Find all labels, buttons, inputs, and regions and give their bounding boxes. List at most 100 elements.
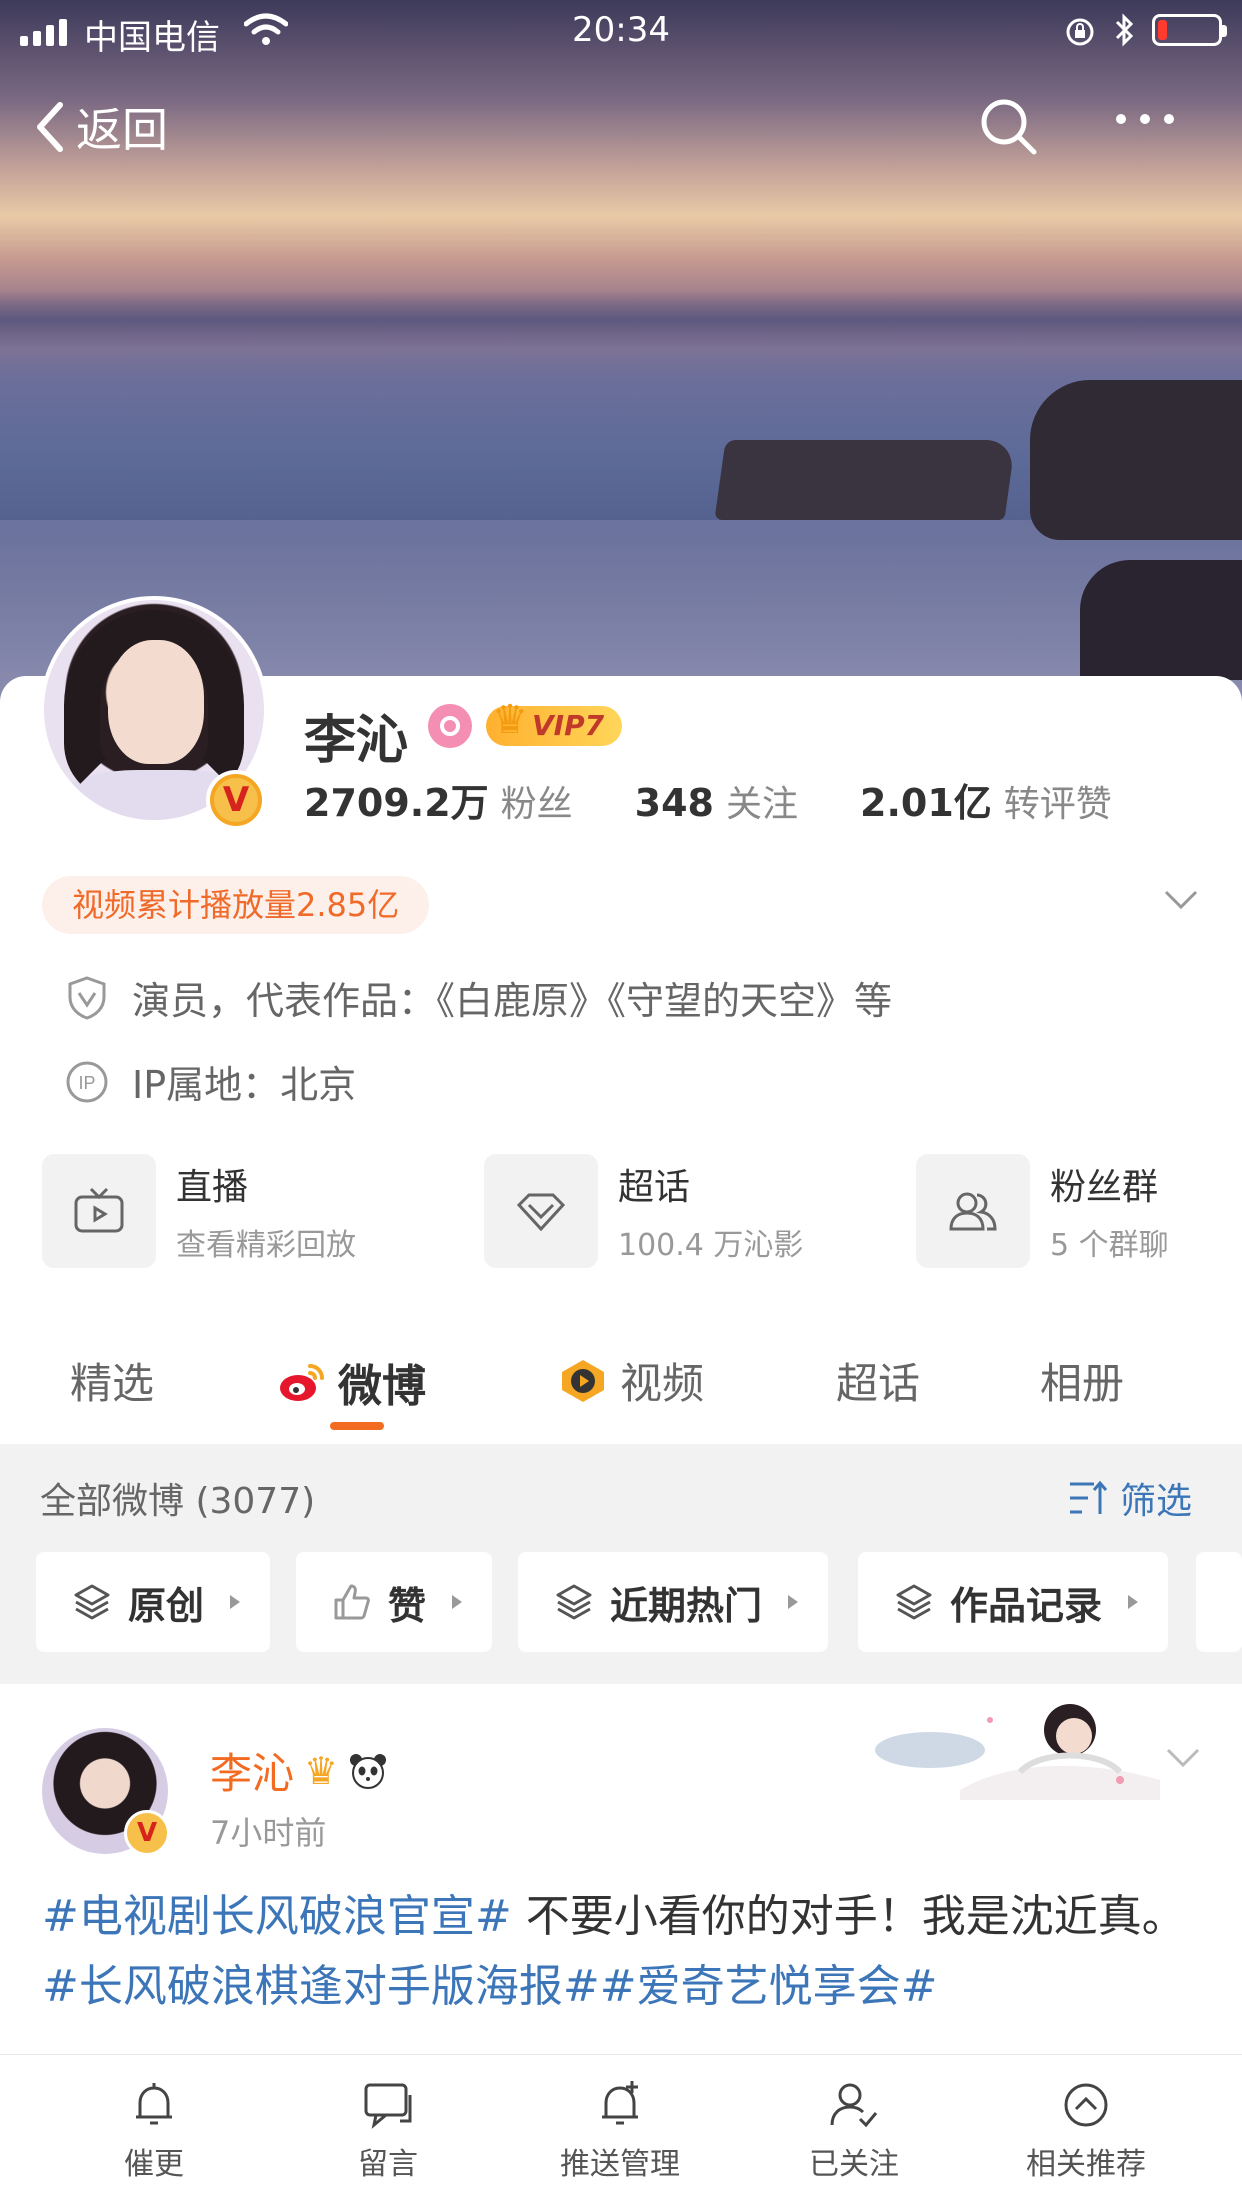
filter-chip-recent-hot[interactable]: 近期热门 <box>518 1552 829 1652</box>
back-button[interactable]: 返回 <box>30 94 168 160</box>
caret-right-icon <box>1128 1595 1139 1609</box>
user-check-icon <box>830 2083 878 2128</box>
video-play-count-badge[interactable]: 视频累计播放量2.85亿 <box>42 876 430 934</box>
quick-entry-supertopic[interactable]: 超话 100.4 万沁影 <box>484 1154 803 1268</box>
filter-chip-likes[interactable]: 赞 <box>296 1552 493 1652</box>
verified-badge-icon: V <box>206 770 266 830</box>
layers-icon <box>556 1584 592 1620</box>
chat-icon <box>364 2083 412 2129</box>
stat-label: 关注 <box>725 784 798 825</box>
related-recommend-button[interactable]: 相关推荐 <box>986 2077 1186 2183</box>
stat-value: 348 <box>634 781 714 825</box>
tab-label: 超话 <box>836 1359 921 1408</box>
filter-button[interactable]: 筛选 <box>1068 1472 1192 1524</box>
rotation-lock-icon <box>1066 18 1094 46</box>
video-tab-icon <box>562 1359 604 1402</box>
quick-entry-title: 直播 <box>176 1167 249 1208</box>
chip-label: 赞 <box>388 1583 427 1628</box>
vip-badge[interactable]: VIP7 <box>486 700 623 746</box>
stat-followers[interactable]: 2709.2万 粉丝 <box>304 772 573 827</box>
quick-entry-subtitle: 5 个群聊 <box>1050 1228 1169 1263</box>
shield-icon <box>68 975 106 1020</box>
message-button[interactable]: 留言 <box>288 2077 488 2183</box>
search-icon[interactable] <box>978 96 1038 156</box>
bottom-bar-label: 已关注 <box>809 2147 899 2182</box>
weibo-logo-icon <box>280 1364 324 1401</box>
bottom-bar-label: 推送管理 <box>560 2147 680 2182</box>
profile-tabs: 精选 微博 视频 超话 相册 <box>0 1320 1242 1440</box>
post-text: #电视剧长风破浪官宣# 不要小看你的对手！我是沈近真。 #长风破浪棋逢对手版海报#… <box>42 1882 1202 2022</box>
name-badges: VIP7 <box>428 700 623 748</box>
bottom-bar-label: 催更 <box>124 2147 184 2182</box>
filter-label: 筛选 <box>1120 1481 1193 1522</box>
quick-entry-title: 粉丝群 <box>1050 1167 1159 1208</box>
chevron-down-icon[interactable] <box>1164 890 1198 910</box>
stat-interactions[interactable]: 2.01亿 转评赞 <box>860 772 1112 827</box>
chip-label: 作品记录 <box>950 1583 1103 1628</box>
cover-rock <box>1080 560 1242 680</box>
tab-label: 精选 <box>70 1359 155 1408</box>
chevron-left-icon <box>37 102 63 152</box>
stat-following[interactable]: 348 关注 <box>635 775 798 827</box>
filter-chip-works[interactable]: 作品记录 <box>858 1552 1169 1652</box>
ip-location-text: IP属地：北京 <box>132 1063 357 1107</box>
verified-info-row: 演员，代表作品：《白鹿原》《守望的天空》等 <box>64 970 892 1025</box>
filter-chip-overflow[interactable] <box>1196 1552 1242 1652</box>
bottom-bar-label: 相关推荐 <box>1026 2147 1146 2182</box>
tab-album[interactable]: 相册 <box>1040 1350 1124 1411</box>
supertopic-tile <box>484 1154 598 1268</box>
post-author[interactable]: 李沁 ♛ <box>210 1740 388 1801</box>
chevron-down-icon[interactable] <box>1166 1748 1200 1768</box>
top-nav: 返回 <box>0 84 1242 164</box>
hashtag-link[interactable]: #电视剧长风破浪官宣# <box>42 1891 512 1942</box>
stat-label: 转评赞 <box>1003 784 1112 825</box>
ip-location-row: IP IP属地：北京 <box>64 1054 356 1109</box>
stat-value: 2709.2万 <box>304 781 489 825</box>
diamond-icon <box>516 1193 566 1232</box>
bell-icon <box>136 2083 172 2125</box>
quick-entry-title: 超话 <box>618 1167 691 1208</box>
bottom-action-bar: 催更 留言 推送管理 已关注 相关推荐 <box>0 2054 1242 2208</box>
bottom-bar-label: 留言 <box>358 2147 418 2182</box>
tab-supertopic[interactable]: 超话 <box>836 1350 920 1411</box>
chip-label: 原创 <box>128 1583 205 1628</box>
chip-label: 近期热门 <box>610 1583 763 1628</box>
verified-info-text: 演员，代表作品：《白鹿原》《守望的天空》等 <box>132 979 893 1023</box>
bell-plus-icon <box>602 2081 638 2125</box>
stat-label: 粉丝 <box>500 784 573 825</box>
verified-badge-icon: V <box>124 1810 170 1856</box>
tv-icon <box>74 1187 124 1233</box>
active-tab-indicator <box>330 1422 384 1430</box>
post-author-name: 李沁 <box>210 1749 295 1798</box>
tab-weibo[interactable]: 微博 <box>278 1350 426 1414</box>
stat-value: 2.01亿 <box>860 781 992 825</box>
panda-icon <box>350 1753 387 1789</box>
layers-icon <box>896 1584 932 1620</box>
svg-text:IP: IP <box>78 1073 95 1093</box>
urge-update-button[interactable]: 催更 <box>54 2077 254 2183</box>
quick-entry-live[interactable]: 直播 查看精彩回放 <box>42 1154 356 1268</box>
cover-rock <box>1030 380 1242 540</box>
more-icon[interactable] <box>1116 114 1174 124</box>
back-label: 返回 <box>76 103 168 157</box>
hashtag-link[interactable]: #长风破浪棋逢对手版海报##爱奇艺悦享会# <box>42 1961 937 2012</box>
status-bar: 中国电信 20:34 <box>0 0 1242 64</box>
tab-label: 视频 <box>620 1359 705 1408</box>
cover-horizon <box>0 290 1242 350</box>
ip-icon: IP <box>66 1061 108 1102</box>
fan-group-tile <box>916 1154 1030 1268</box>
cover-rock <box>714 440 1016 520</box>
post-decoration-image <box>875 1704 1160 1800</box>
caret-right-icon <box>230 1595 241 1609</box>
layers-icon <box>74 1584 110 1620</box>
filter-chip-original[interactable]: 原创 <box>36 1552 271 1652</box>
quick-entry-fan-group[interactable]: 粉丝群 5 个群聊 <box>916 1154 1169 1268</box>
following-button[interactable]: 已关注 <box>754 2077 954 2183</box>
tab-video[interactable]: 视频 <box>558 1350 704 1411</box>
female-badge-icon[interactable] <box>428 704 472 748</box>
tab-featured[interactable]: 精选 <box>70 1350 154 1411</box>
profile-stats: 2709.2万 粉丝 348 关注 2.01亿 转评赞 <box>304 772 1174 827</box>
group-icon <box>949 1192 997 1231</box>
push-settings-button[interactable]: 推送管理 <box>520 2077 720 2183</box>
caret-right-icon <box>452 1595 463 1609</box>
